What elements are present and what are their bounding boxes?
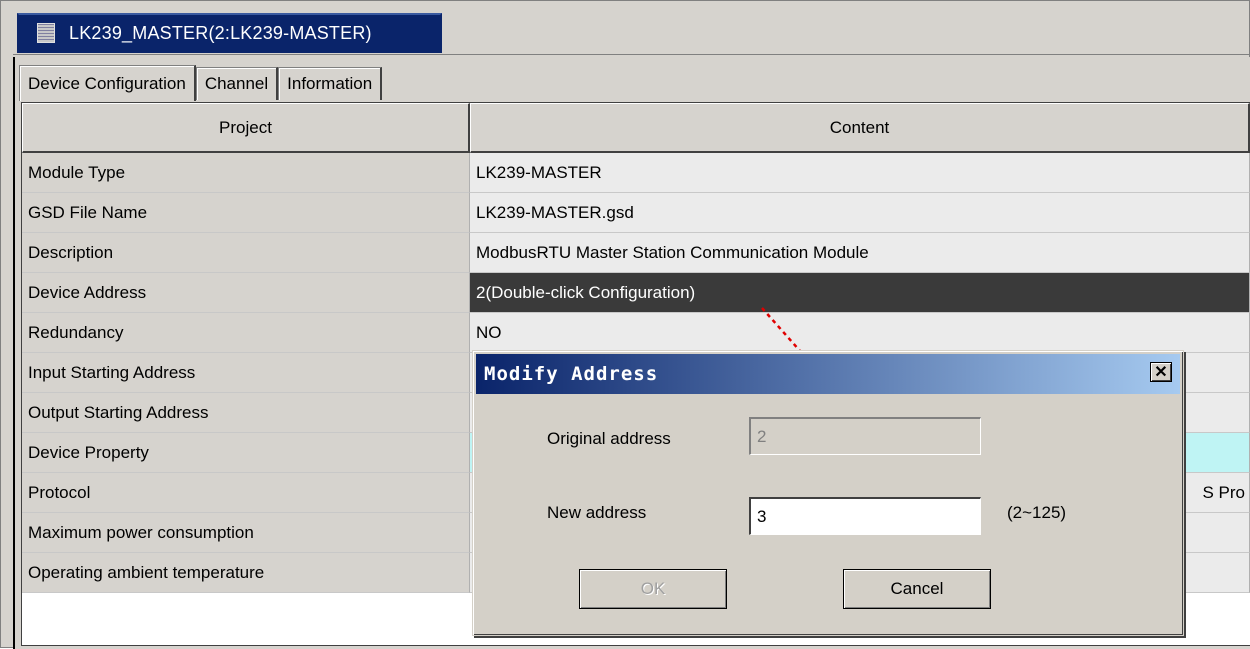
original-address-field: 2 — [749, 417, 981, 455]
close-button[interactable]: ✕ — [1150, 362, 1172, 382]
close-icon: ✕ — [1154, 364, 1168, 381]
new-address-label: New address — [547, 503, 647, 522]
dialog-title: Modify Address — [484, 363, 659, 385]
address-range-hint: (2~125) — [1007, 503, 1067, 522]
new-address-input[interactable]: 3 — [749, 497, 981, 535]
modify-address-dialog: Modify Address ✕ Original address 2 New … — [472, 350, 1184, 636]
original-address-label: Original address — [547, 429, 671, 448]
dialog-title-bar[interactable]: Modify Address ✕ — [476, 354, 1180, 394]
ok-button[interactable]: OK — [579, 569, 727, 609]
cancel-button[interactable]: Cancel — [843, 569, 991, 609]
